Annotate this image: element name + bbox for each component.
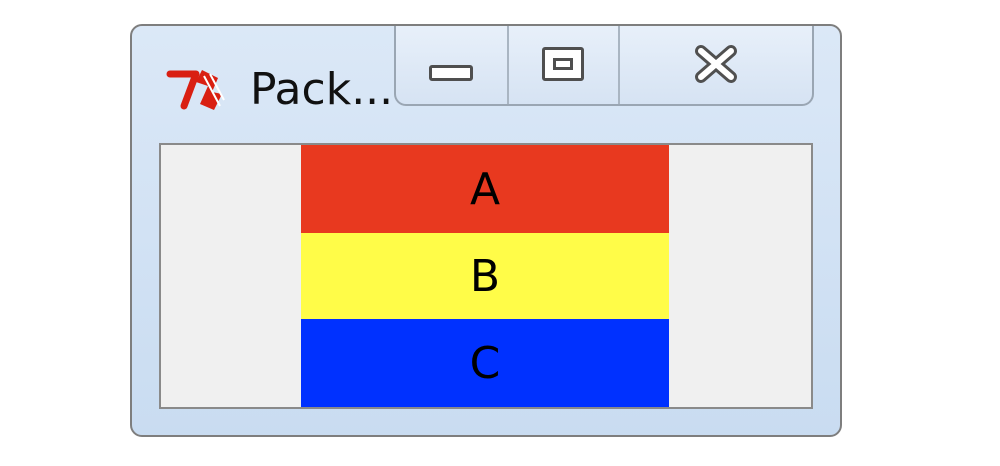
title-bar[interactable]: Pack... (132, 26, 840, 144)
close-button[interactable] (617, 26, 812, 104)
tk-feather-icon (166, 62, 230, 118)
caption-button-group (394, 26, 814, 106)
minimize-icon (429, 65, 474, 81)
label-c: C (301, 319, 669, 407)
maximize-icon (542, 47, 585, 81)
window-content-area: A B C (159, 143, 813, 409)
close-icon (692, 44, 740, 84)
label-a: A (301, 145, 669, 233)
maximize-button[interactable] (506, 26, 618, 104)
app-window[interactable]: Pack... A B C (130, 24, 842, 437)
window-title: Pack... (250, 64, 394, 115)
label-b: B (301, 233, 669, 319)
minimize-button[interactable] (396, 26, 507, 104)
